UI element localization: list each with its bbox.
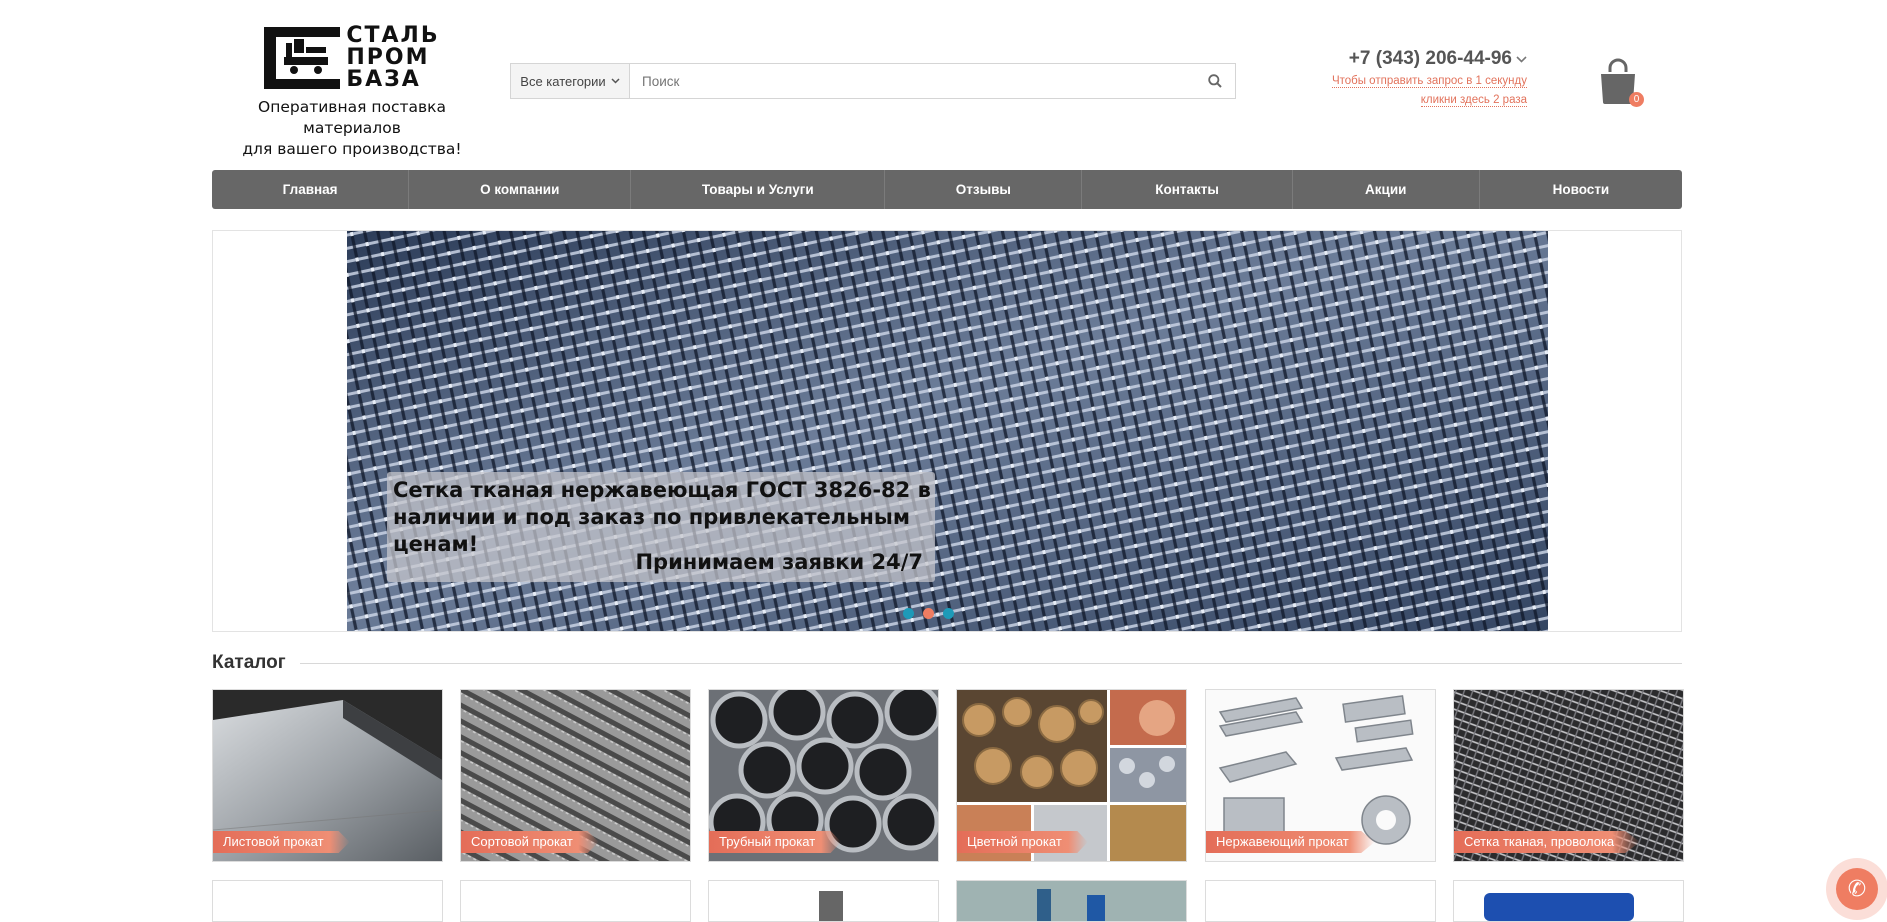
- search-icon: [1208, 74, 1222, 88]
- catalog-tile-row2-4[interactable]: [956, 880, 1187, 922]
- contact-block: +7 (343) 206-44-96 Чтобы отправить запро…: [1297, 48, 1527, 110]
- logo-text: СТАЛЬ ПРОМ БАЗА: [346, 25, 439, 91]
- catalog-tile-pipes[interactable]: Трубный прокат: [708, 689, 939, 862]
- search-button[interactable]: [1195, 64, 1235, 98]
- chevron-down-icon: [1516, 55, 1527, 63]
- slide-image[interactable]: Сетка тканая нержавеющая ГОСТ 3826-82 в …: [347, 231, 1548, 631]
- nav-item-products[interactable]: Товары и Услуги: [631, 170, 886, 209]
- phone-number[interactable]: +7 (343) 206-44-96: [1349, 48, 1512, 70]
- slide-caption-subtitle: Принимаем заявки 24/7: [635, 550, 923, 574]
- logo-line-1: СТАЛЬ: [346, 23, 440, 48]
- slide-caption-title: Сетка тканая нержавеющая ГОСТ 3826-82 в …: [393, 478, 931, 556]
- slider-dot-3[interactable]: [943, 608, 954, 619]
- catalog-tile-label: Сортовой прокат: [461, 831, 599, 853]
- logo[interactable]: СТАЛЬ ПРОМ БАЗА: [212, 25, 492, 91]
- callback-line-2[interactable]: кликни здесь 2 раза: [1420, 94, 1527, 107]
- logo-emblem-icon: [264, 27, 341, 89]
- callback-line-1[interactable]: Чтобы отправить запрос в 1 секунду: [1331, 75, 1527, 88]
- catalog-tile-stainless[interactable]: Нержавеющий прокат: [1205, 689, 1436, 862]
- search-input[interactable]: [630, 64, 1195, 98]
- main-nav: Главная О компании Товары и Услуги Отзыв…: [212, 170, 1682, 209]
- catalog-tile-label: Трубный прокат: [709, 831, 842, 853]
- slider-dot-2[interactable]: [923, 608, 934, 619]
- catalog-title: Каталог: [212, 652, 286, 673]
- catalog-tile-label: Цветной прокат: [957, 831, 1088, 853]
- chevron-down-icon: [611, 78, 620, 84]
- logo-line-2: ПРОМ: [346, 45, 430, 70]
- nav-item-about[interactable]: О компании: [409, 170, 632, 209]
- tile-thumbnail: [819, 891, 843, 921]
- slider-dot-1[interactable]: [903, 608, 914, 619]
- slide-caption: Сетка тканая нержавеющая ГОСТ 3826-82 в …: [387, 472, 935, 582]
- catalog-tile-row2-3[interactable]: [708, 880, 939, 922]
- tile-thumbnail: [1037, 889, 1105, 921]
- catalog-tile-row2-6[interactable]: [1453, 880, 1684, 922]
- catalog-tile-label: Листовой прокат: [213, 831, 350, 853]
- nav-item-contacts[interactable]: Контакты: [1082, 170, 1293, 209]
- catalog-tile-row2-1[interactable]: [212, 880, 443, 922]
- catalog-tile-sheet[interactable]: Листовой прокат: [212, 689, 443, 862]
- nav-item-reviews[interactable]: Отзывы: [885, 170, 1083, 209]
- search-bar: Все категории: [510, 63, 1236, 99]
- catalog-tile-label: Нержавеющий прокат: [1206, 831, 1375, 853]
- callback-link[interactable]: Чтобы отправить запрос в 1 секунду кликн…: [1297, 72, 1527, 110]
- category-dropdown-label: Все категории: [520, 73, 606, 89]
- catalog-tile-mesh[interactable]: Сетка тканая, проволока: [1453, 689, 1684, 862]
- cart-count-badge: 0: [1629, 92, 1644, 107]
- nav-item-promotions[interactable]: Акции: [1293, 170, 1480, 209]
- phone-dropdown[interactable]: +7 (343) 206-44-96: [1349, 48, 1527, 70]
- phone-icon: ✆: [1836, 868, 1878, 910]
- tagline-line-2: для вашего производства!: [242, 140, 462, 158]
- tagline-line-1: Оперативная поставка материалов: [258, 98, 446, 137]
- logo-block[interactable]: СТАЛЬ ПРОМ БАЗА Оперативная поставка мат…: [212, 25, 492, 160]
- catalog-divider: [299, 662, 1682, 664]
- category-dropdown[interactable]: Все категории: [511, 64, 630, 98]
- catalog-tile-row2-5[interactable]: [1205, 880, 1436, 922]
- tagline: Оперативная поставка материалов для ваше…: [212, 97, 492, 160]
- logo-line-3: БАЗА: [346, 67, 421, 92]
- slider-dots: [903, 608, 954, 619]
- catalog-tile-row2-2[interactable]: [460, 880, 691, 922]
- tile-thumbnail: [1484, 893, 1634, 921]
- catalog-header: Каталог: [212, 652, 1682, 674]
- nav-item-home[interactable]: Главная: [212, 170, 410, 209]
- catalog-tile-label: Сетка тканая, проволока: [1454, 831, 1641, 853]
- callback-fab[interactable]: ✆: [1826, 858, 1887, 920]
- nav-item-news[interactable]: Новости: [1480, 170, 1682, 209]
- catalog-tile-section[interactable]: Сортовой прокат: [460, 689, 691, 862]
- hero-slider: Сетка тканая нержавеющая ГОСТ 3826-82 в …: [212, 230, 1682, 632]
- catalog-tile-nonferrous[interactable]: Цветной прокат: [956, 689, 1187, 862]
